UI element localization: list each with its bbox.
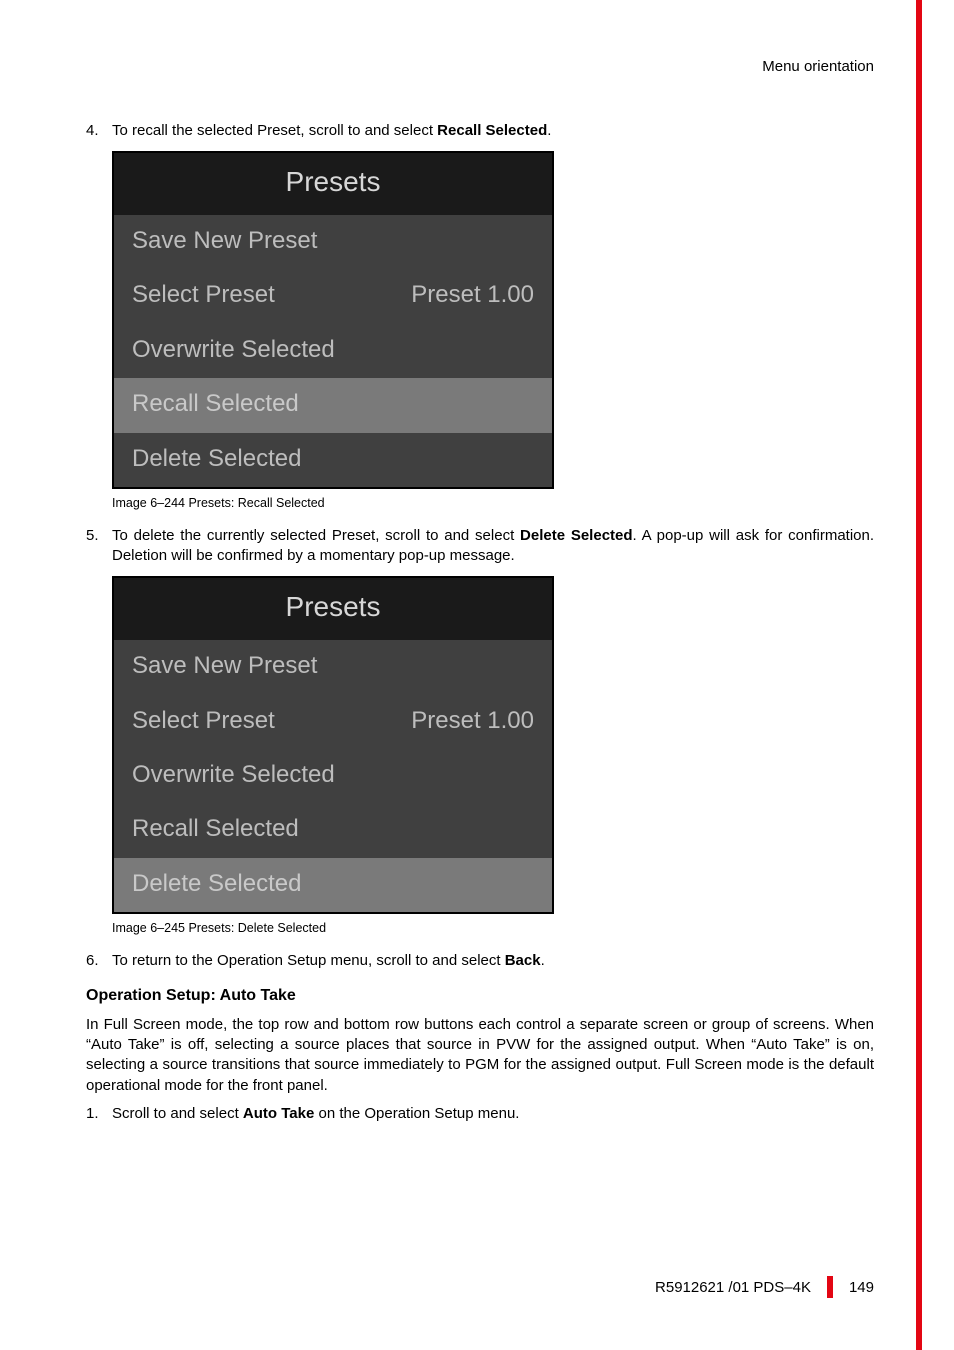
screenshot-caption-2: Image 6–245 Presets: Delete Selected: [112, 920, 874, 937]
step-number: 1.: [86, 1104, 112, 1124]
header-section-label: Menu orientation: [86, 58, 874, 75]
screenshot-caption-1: Image 6–244 Presets: Recall Selected: [112, 495, 874, 512]
screenshot-presets-recall: Presets Save New Preset Select Preset Pr…: [112, 151, 554, 489]
step-text: To recall the selected Preset, scroll to…: [112, 121, 874, 141]
menu-row-label: Overwrite Selected: [132, 334, 335, 366]
menu-row-save-new-preset[interactable]: Save New Preset: [114, 215, 552, 269]
screenshot-title: Presets: [114, 153, 552, 215]
screenshot-presets-delete: Presets Save New Preset Select Preset Pr…: [112, 576, 554, 914]
menu-row-label: Save New Preset: [132, 650, 317, 682]
screenshot-title: Presets: [114, 578, 552, 640]
step-text: Scroll to and select Auto Take on the Op…: [112, 1104, 874, 1124]
step-text-after: on the Operation Setup menu.: [314, 1105, 519, 1122]
section-paragraph: In Full Screen mode, the top row and bot…: [86, 1015, 874, 1096]
menu-row-label: Recall Selected: [132, 388, 299, 420]
step-text-bold: Back: [505, 952, 541, 969]
step-text-bold: Recall Selected: [437, 122, 547, 139]
page-content: 4. To recall the selected Preset, scroll…: [86, 121, 874, 1124]
step-text: To delete the currently selected Preset,…: [112, 526, 874, 567]
menu-row-save-new-preset[interactable]: Save New Preset: [114, 640, 552, 694]
section-heading-auto-take: Operation Setup: Auto Take: [86, 985, 874, 1007]
menu-row-label: Save New Preset: [132, 225, 317, 257]
step-text-after: .: [541, 952, 545, 969]
page-container: Menu orientation 4. To recall the select…: [0, 0, 954, 1350]
menu-row-label: Delete Selected: [132, 443, 301, 475]
menu-row-label: Overwrite Selected: [132, 759, 335, 791]
step-number: 5.: [86, 526, 112, 567]
page-footer: R5912621 /01 PDS–4K 149: [655, 1276, 874, 1298]
step-text-bold: Delete Selected: [520, 527, 633, 544]
menu-row-delete-selected[interactable]: Delete Selected: [114, 858, 552, 912]
menu-row-label: Select Preset: [132, 279, 275, 311]
step-text: To return to the Operation Setup menu, s…: [112, 951, 874, 971]
footer-page-number: 149: [849, 1279, 874, 1296]
step-text-bold: Auto Take: [243, 1105, 314, 1122]
step-text-before: To return to the Operation Setup menu, s…: [112, 952, 505, 969]
menu-row-value: Preset 1.00: [411, 279, 534, 311]
menu-row-recall-selected[interactable]: Recall Selected: [114, 803, 552, 857]
menu-row-value: Preset 1.00: [411, 705, 534, 737]
step-text-before: To delete the currently selected Preset,…: [112, 527, 520, 544]
page-edge-accent: [916, 0, 922, 1350]
menu-row-select-preset[interactable]: Select Preset Preset 1.00: [114, 695, 552, 749]
menu-row-label: Select Preset: [132, 705, 275, 737]
step-1-auto-take: 1. Scroll to and select Auto Take on the…: [86, 1104, 874, 1124]
menu-row-label: Delete Selected: [132, 868, 301, 900]
step-text-before: Scroll to and select: [112, 1105, 243, 1122]
menu-row-label: Recall Selected: [132, 813, 299, 845]
step-4: 4. To recall the selected Preset, scroll…: [86, 121, 874, 141]
menu-row-delete-selected[interactable]: Delete Selected: [114, 433, 552, 487]
footer-doc-id: R5912621 /01 PDS–4K: [655, 1279, 811, 1296]
footer-accent-bar: [827, 1276, 833, 1298]
step-number: 6.: [86, 951, 112, 971]
menu-row-recall-selected[interactable]: Recall Selected: [114, 378, 552, 432]
step-text-after: .: [547, 122, 551, 139]
step-text-before: To recall the selected Preset, scroll to…: [112, 122, 437, 139]
menu-row-overwrite-selected[interactable]: Overwrite Selected: [114, 324, 552, 378]
menu-row-select-preset[interactable]: Select Preset Preset 1.00: [114, 269, 552, 323]
menu-row-overwrite-selected[interactable]: Overwrite Selected: [114, 749, 552, 803]
step-6: 6. To return to the Operation Setup menu…: [86, 951, 874, 971]
step-5: 5. To delete the currently selected Pres…: [86, 526, 874, 567]
step-number: 4.: [86, 121, 112, 141]
